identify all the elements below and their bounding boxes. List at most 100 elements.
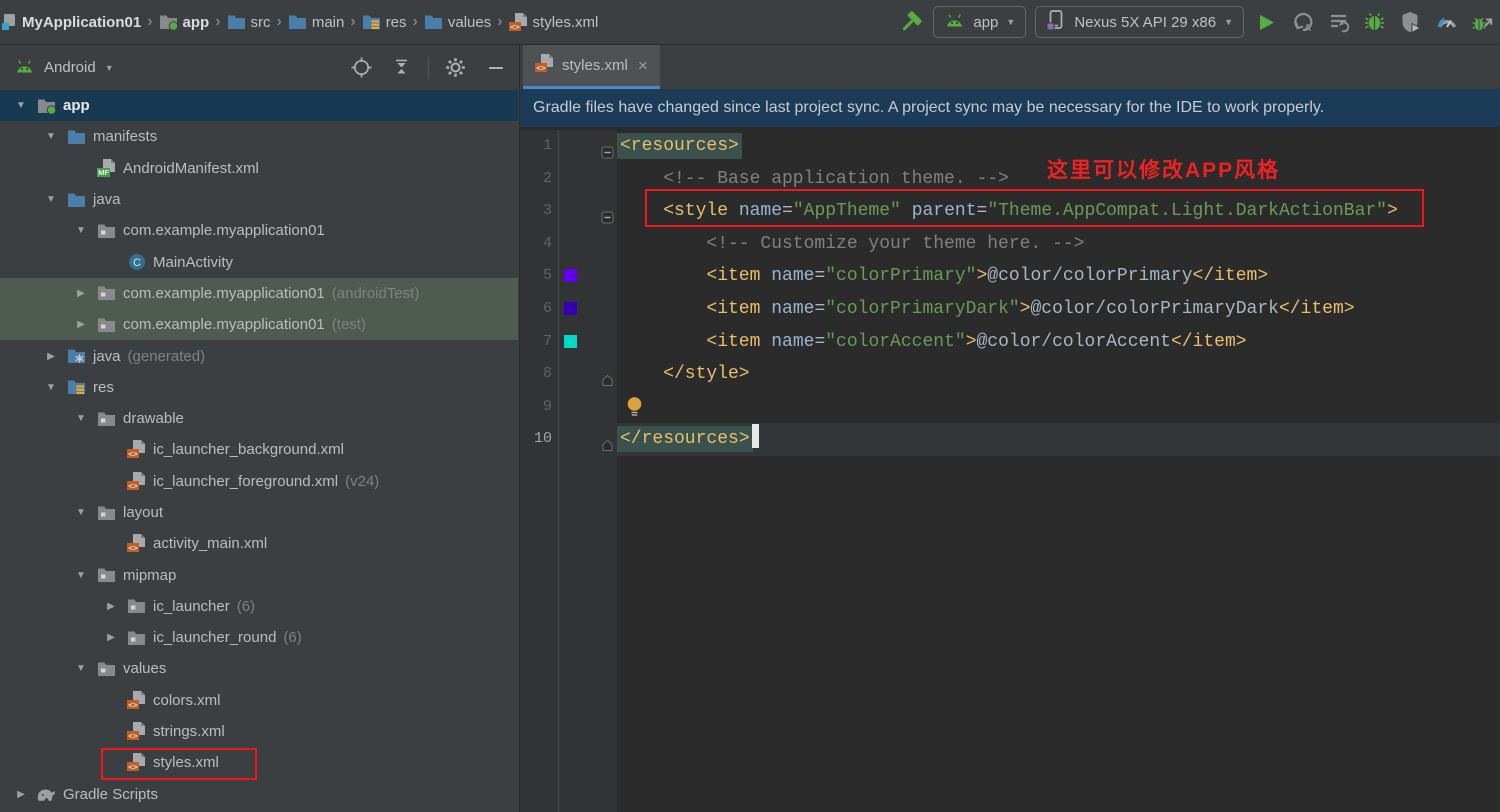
fold-end-icon[interactable] bbox=[601, 432, 614, 452]
tree-item-label: ic_launcher_foreground.xml bbox=[153, 472, 339, 490]
chevron-expanded-icon[interactable]: ▼ bbox=[66, 225, 96, 236]
select-opened-file-icon[interactable] bbox=[348, 54, 375, 81]
chevron-expanded-icon[interactable]: ▼ bbox=[66, 413, 96, 424]
chevron-collapsed-icon[interactable]: ▶ bbox=[66, 319, 96, 330]
apply-changes-button[interactable]: A bbox=[1289, 9, 1316, 36]
run-config-label: app bbox=[973, 13, 999, 31]
breadcrumb-item-myapplication01[interactable]: MyApplication01 bbox=[0, 14, 143, 31]
run-config-selector[interactable]: app ▼ bbox=[933, 6, 1027, 38]
gutter-cell[interactable]: 2 bbox=[520, 162, 617, 196]
tree-item-manifests[interactable]: ▼ manifests bbox=[0, 121, 518, 152]
tree-item-com-example-myapplication01-androidtest[interactable]: ▶ com.example.myapplication01 (androidTest… bbox=[0, 277, 518, 310]
tree-item-ic-launcher-foreground-xml-v24[interactable]: <> ic_launcher_foreground.xml (v24) bbox=[0, 466, 518, 497]
tree-item-activity-main-xml[interactable]: <> activity_main.xml bbox=[0, 528, 518, 559]
tree-item-colors-xml[interactable]: <> colors.xml bbox=[0, 685, 518, 716]
tree-item-java[interactable]: ▼ java bbox=[0, 184, 518, 215]
tree-item-ic-launcher-background-xml[interactable]: <> ic_launcher_background.xml bbox=[0, 434, 518, 465]
code-line-5[interactable]: 5 <item name="colorPrimary">@color/colorP… bbox=[520, 260, 1500, 293]
code-line-6[interactable]: 6 <item name="colorPrimaryDark">@color/co… bbox=[520, 292, 1500, 326]
close-icon[interactable]: × bbox=[638, 56, 648, 76]
breadcrumb-item-main[interactable]: main bbox=[286, 14, 347, 31]
chevron-collapsed-icon[interactable]: ▶ bbox=[96, 632, 126, 643]
hide-panel-icon[interactable] bbox=[482, 54, 509, 81]
tree-item-java-generated[interactable]: ▶ java (generated) bbox=[0, 340, 518, 371]
gutter-cell[interactable]: 4 bbox=[520, 227, 617, 261]
collapse-all-icon[interactable] bbox=[388, 54, 415, 81]
svg-text:A: A bbox=[1304, 23, 1311, 33]
debug-button[interactable] bbox=[1361, 9, 1388, 36]
chevron-expanded-icon[interactable]: ▼ bbox=[66, 507, 96, 518]
tree-item-ic-launcher-6[interactable]: ▶ ic_launcher (6) bbox=[0, 591, 518, 622]
chevron-collapsed-icon[interactable]: ▶ bbox=[6, 789, 36, 800]
color-preview-swatch[interactable] bbox=[564, 334, 577, 348]
tree-item-androidmanifest-xml[interactable]: MF AndroidManifest.xml bbox=[0, 153, 518, 184]
tree-item-com-example-myapplication01-test[interactable]: ▶ com.example.myapplication01 (test) bbox=[0, 309, 518, 341]
code-line-7[interactable]: 7 <item name="colorAccent">@color/colorAc… bbox=[520, 325, 1500, 359]
breadcrumb-item-values[interactable]: values bbox=[422, 14, 493, 31]
attach-debugger-button[interactable] bbox=[1469, 9, 1496, 36]
line-number: 6 bbox=[542, 299, 552, 317]
breadcrumb-item-src[interactable]: src bbox=[225, 14, 273, 31]
tree-item-drawable[interactable]: ▼ drawable bbox=[0, 403, 518, 434]
breadcrumb-item-res[interactable]: res bbox=[360, 14, 409, 31]
gutter-cell[interactable]: 6 bbox=[520, 292, 617, 326]
gutter-cell[interactable]: 8 bbox=[520, 358, 617, 391]
code-line-1[interactable]: 1 <resources> bbox=[520, 130, 1500, 163]
tree-item-com-example-myapplication01[interactable]: ▼ com.example.myapplication01 bbox=[0, 215, 518, 246]
breadcrumb-separator: › bbox=[350, 13, 356, 30]
tree-item-label: res bbox=[93, 378, 114, 396]
code-line-4[interactable]: 4 <!-- Customize your theme here. --> bbox=[520, 227, 1500, 261]
tree-item-label: java bbox=[93, 347, 121, 365]
gutter-cell[interactable]: 9 bbox=[520, 390, 617, 424]
profiler-button[interactable] bbox=[1433, 9, 1460, 36]
tree-item-strings-xml[interactable]: <> strings.xml bbox=[0, 716, 518, 747]
run-button[interactable] bbox=[1253, 9, 1280, 36]
chevron-expanded-icon[interactable]: ▼ bbox=[66, 663, 96, 674]
color-preview-swatch[interactable] bbox=[564, 269, 577, 283]
chevron-collapsed-icon[interactable]: ▶ bbox=[66, 288, 96, 299]
fold-collapse-icon[interactable] bbox=[601, 204, 614, 224]
tree-item-values[interactable]: ▼ values bbox=[0, 653, 518, 684]
fold-end-icon[interactable] bbox=[601, 367, 614, 387]
tree-item-label: styles.xml bbox=[153, 754, 219, 772]
project-view-selector[interactable]: Android ▼ bbox=[14, 59, 114, 77]
tree-item-styles-xml[interactable]: <> styles.xml bbox=[0, 747, 518, 778]
code-editor[interactable]: 1 <resources> 2 <!-- Base application theme… bbox=[520, 127, 1500, 812]
gutter-cell[interactable]: 5 bbox=[520, 260, 617, 293]
tree-item-layout[interactable]: ▼ layout bbox=[0, 497, 518, 528]
chevron-collapsed-icon[interactable]: ▶ bbox=[96, 601, 126, 612]
code-line-8[interactable]: 8 </style> bbox=[520, 358, 1500, 391]
tree-item-res[interactable]: ▼ res bbox=[0, 372, 518, 403]
chevron-expanded-icon[interactable]: ▼ bbox=[6, 100, 36, 111]
breadcrumb-item-styles-xml[interactable]: <> styles.xml bbox=[507, 12, 601, 32]
tree-item-ic-launcher-round-6[interactable]: ▶ ic_launcher_round (6) bbox=[0, 622, 518, 653]
build-hammer-icon[interactable] bbox=[897, 9, 924, 36]
color-preview-swatch[interactable] bbox=[564, 301, 577, 315]
svg-text:C: C bbox=[133, 257, 141, 269]
gutter-cell[interactable]: 1 bbox=[520, 130, 617, 163]
fold-collapse-icon[interactable] bbox=[601, 139, 614, 159]
gutter-cell[interactable]: 3 bbox=[520, 195, 617, 228]
code-text: <item name="colorAccent">@color/colorAcc… bbox=[706, 331, 1247, 352]
tab-styles-xml[interactable]: <> styles.xml × bbox=[523, 45, 660, 89]
chevron-collapsed-icon[interactable]: ▶ bbox=[36, 351, 66, 362]
code-line-10[interactable]: 10 </resources> bbox=[520, 423, 1500, 456]
attach-process-button[interactable] bbox=[1397, 9, 1424, 36]
chevron-expanded-icon[interactable]: ▼ bbox=[66, 570, 96, 581]
tree-item-label: ic_launcher_round bbox=[153, 629, 277, 647]
device-selector[interactable]: Nexus 5X API 29 x86 ▼ bbox=[1035, 6, 1244, 38]
chevron-expanded-icon[interactable]: ▼ bbox=[36, 194, 66, 205]
breadcrumb-item-app[interactable]: app bbox=[157, 14, 212, 31]
tree-item-suffix: (6) bbox=[236, 597, 256, 615]
gutter-cell[interactable]: 7 bbox=[520, 325, 617, 359]
gutter-cell[interactable]: 10 bbox=[520, 423, 617, 456]
tree-item-mainactivity[interactable]: C MainActivity bbox=[0, 246, 518, 277]
tree-item-gradle-scripts[interactable]: ▶ Gradle Scripts bbox=[0, 779, 518, 810]
chevron-expanded-icon[interactable]: ▼ bbox=[36, 131, 66, 142]
tree-item-mipmap[interactable]: ▼ mipmap bbox=[0, 559, 518, 590]
chevron-expanded-icon[interactable]: ▼ bbox=[36, 382, 66, 393]
code-line-9[interactable]: 9 bbox=[520, 390, 1500, 424]
apply-code-changes-button[interactable] bbox=[1325, 9, 1352, 36]
gear-icon[interactable] bbox=[442, 54, 469, 81]
tree-item-app[interactable]: ▼ app bbox=[0, 90, 518, 122]
